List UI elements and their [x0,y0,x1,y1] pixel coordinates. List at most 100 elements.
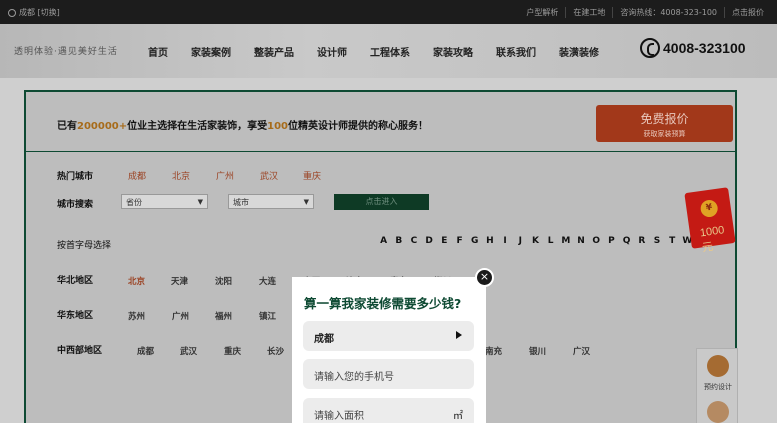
city-switcher[interactable]: 成都 [切换] [8,7,60,18]
phone-input[interactable]: 请输入您的手机号 [303,359,474,389]
area-input[interactable]: 请输入面积 ㎡ [303,398,474,423]
nav-contact[interactable]: 联系我们 [496,44,536,59]
top-link-floorplan[interactable]: 户型解析 [519,7,565,18]
area-unit: ㎡ [453,411,463,422]
letter-b[interactable]: B [391,236,406,246]
phone-input-placeholder: 请输入您的手机号 [314,372,394,383]
location-pin-icon [8,8,16,17]
site-header: 透明体验·遇见美好生活 首页 家装案例 整装产品 设计师 工程体系 家装攻略 联… [0,24,777,78]
letter-m[interactable]: M [558,236,573,246]
city-link[interactable]: 长沙 [267,345,284,357]
hot-city-chongqing[interactable]: 重庆 [303,169,321,182]
letter-k[interactable]: K [528,236,543,246]
letter-c[interactable]: C [406,236,421,246]
nav-engineering[interactable]: 工程体系 [370,44,410,59]
top-link-quote[interactable]: 点击报价 [724,7,771,18]
city-link[interactable]: 福州 [215,310,232,322]
enter-city-button[interactable]: 点击进入 [334,194,429,210]
letter-s[interactable]: S [649,236,664,246]
letter-e[interactable]: E [437,236,452,246]
city-link[interactable]: 成都 [137,345,154,357]
city-dropdown[interactable]: 成都 [303,321,474,351]
letter-r[interactable]: R [634,236,649,246]
letter-n[interactable]: N [573,236,588,246]
nav-products[interactable]: 整装产品 [254,44,294,59]
city-link[interactable]: 苏州 [128,310,145,322]
region-label-north: 华北地区 [57,276,94,286]
city-link[interactable]: 银川 [529,345,546,357]
city-select-value: 城市 [233,198,249,207]
design-appointment-label[interactable]: 预约设计 [700,382,736,392]
yuan-coin-icon: ¥ [699,198,719,219]
top-link-sites[interactable]: 在建工地 [565,7,612,18]
city-link[interactable]: 沈阳 [215,275,232,287]
letter-j[interactable]: J [513,236,528,246]
main-nav: 首页 家装案例 整装产品 设计师 工程体系 家装攻略 联系我们 装潢装修 [148,44,622,59]
hot-cities-label: 热门城市 [57,172,94,182]
nav-guides[interactable]: 家装攻略 [433,44,473,59]
red-packet-promo[interactable]: ¥ 1000元 [684,187,736,254]
letter-p[interactable]: P [604,236,619,246]
red-packet-amount: 1000元 [699,224,726,255]
intro-mid: 位业主选择在生活家装饰，享受 [127,121,268,132]
panel-divider [26,151,735,152]
city-search-label: 城市搜索 [57,200,94,210]
top-bar: 成都 [切换] 户型解析 在建工地 咨询热线：4008-323-100 点击报价 [0,0,777,24]
current-city-label[interactable]: 成都 [切换] [19,7,60,18]
phone-number: 4008-323100 [663,40,746,56]
letter-h[interactable]: H [482,236,497,246]
chevron-down-icon: ▼ [303,198,309,206]
city-link[interactable]: 北京 [128,275,145,287]
letter-i[interactable]: I [498,236,513,246]
intro-text: 已有200000+位业主选择在生活家装饰，享受100位精英设计师提供的称心服务！ [57,117,428,132]
province-select-value: 省份 [126,198,142,207]
city-link[interactable]: 大连 [259,275,276,287]
letter-t[interactable]: T [665,236,680,246]
top-link-hotline: 咨询热线：4008-323-100 [612,7,724,18]
nav-home[interactable]: 首页 [148,44,168,59]
alphabet-index: A B C D E F G H I J K L M N O P Q R S T … [376,236,695,246]
province-select[interactable]: 省份 ▼ [121,194,208,209]
customer-service-avatar[interactable] [707,401,729,423]
letter-d[interactable]: D [422,236,437,246]
free-quote-label: 免费报价 [640,112,689,126]
quote-calculator-modal: 算一算我家装修需要多少钱? 成都 请输入您的手机号 请输入面积 ㎡ [292,277,486,423]
free-quote-button[interactable]: 免费报价 获取家装预算 [596,105,733,142]
intro-designer-count: 100 [267,121,289,132]
city-link[interactable]: 镇江 [259,310,276,322]
nav-decoration[interactable]: 装潢装修 [559,44,599,59]
letter-f[interactable]: F [452,236,467,246]
brand-slogan: 透明体验·遇见美好生活 [14,47,118,57]
hot-city-wuhan[interactable]: 武汉 [260,169,278,182]
hot-city-chengdu[interactable]: 成都 [128,169,146,182]
city-link[interactable]: 重庆 [224,345,241,357]
city-link[interactable]: 武汉 [180,345,197,357]
letter-o[interactable]: O [589,236,604,246]
letter-l[interactable]: L [543,236,558,246]
nav-cases[interactable]: 家装案例 [191,44,231,59]
letter-g[interactable]: G [467,236,482,246]
intro-owner-count: 200000+ [77,121,128,132]
letter-select-label: 按首字母选择 [57,241,112,251]
top-links: 户型解析 在建工地 咨询热线：4008-323-100 点击报价 [519,7,771,18]
nav-designers[interactable]: 设计师 [317,44,347,59]
city-select[interactable]: 城市 ▼ [228,194,314,209]
hot-city-beijing[interactable]: 北京 [172,169,190,182]
city-link[interactable]: 天津 [171,275,188,287]
area-input-placeholder: 请输入面积 [314,411,364,422]
modal-title: 算一算我家装修需要多少钱? [304,296,462,311]
hot-city-guangzhou[interactable]: 广州 [216,169,234,182]
region-label-east: 华东地区 [57,311,94,321]
city-link[interactable]: 南充 [485,345,502,357]
letter-q[interactable]: Q [619,236,634,246]
free-quote-sub: 获取家装预算 [643,130,686,138]
floating-consult-bar: 预约设计 [696,348,738,423]
header-phone: 4008-323100 [640,38,746,58]
caret-right-icon [456,331,462,339]
design-appointment-icon[interactable] [707,355,729,377]
city-link[interactable]: 广州 [172,310,189,322]
city-dropdown-value: 成都 [314,334,334,345]
close-icon[interactable]: × [475,268,494,287]
letter-a[interactable]: A [376,236,391,246]
city-link[interactable]: 广汉 [573,345,590,357]
